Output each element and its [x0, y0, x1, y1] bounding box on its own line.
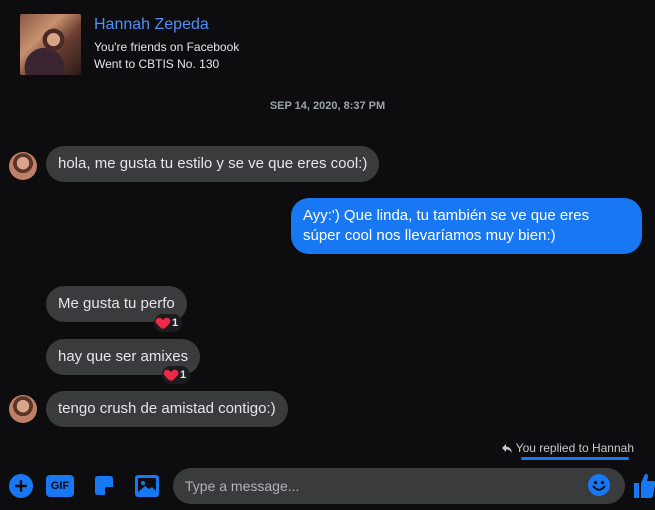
reply-arrow-icon: [501, 443, 512, 453]
reaction-badge[interactable]: 1: [162, 366, 191, 384]
message-bubble-incoming[interactable]: tengo crush de amistad contigo:): [46, 391, 288, 427]
heart-icon: [165, 370, 177, 381]
emoji-icon[interactable]: [588, 474, 610, 496]
reaction-count: 1: [180, 369, 187, 381]
heart-icon: [157, 318, 169, 329]
sticker-button[interactable]: [92, 474, 116, 498]
profile-photo[interactable]: [20, 14, 81, 75]
avatar[interactable]: [9, 395, 37, 423]
image-button[interactable]: [135, 474, 159, 498]
message-timestamp: SEP 14, 2020, 8:37 PM: [269, 100, 386, 112]
gif-label: GIF: [50, 480, 70, 492]
school-info: Went to CBTIS No. 130: [94, 57, 220, 71]
reaction-badge[interactable]: 1: [154, 314, 183, 332]
message-composer: GIF: [0, 464, 655, 510]
image-icon: [135, 475, 159, 497]
thumbs-up-icon[interactable]: [632, 470, 655, 500]
friends-info: You're friends on Facebook: [94, 40, 240, 54]
replied-text: You replied to Hannah: [515, 441, 634, 455]
replied-indicator-bar: [521, 457, 629, 460]
sticker-icon: [95, 476, 113, 495]
avatar[interactable]: [9, 152, 37, 180]
message-bubble-incoming[interactable]: hola, me gusta tu estilo y se ve que ere…: [46, 146, 380, 182]
plus-icon: [9, 474, 33, 498]
reaction-count: 1: [172, 317, 179, 329]
replied-notice: You replied to Hannah: [501, 441, 634, 455]
message-bubble-outgoing[interactable]: Ayy:') Que linda, tu también se ve que e…: [291, 198, 642, 254]
conversation-header: Hannah Zepeda You're friends on Facebook…: [0, 0, 655, 90]
message-input[interactable]: [173, 468, 625, 504]
contact-name[interactable]: Hannah Zepeda: [94, 16, 209, 34]
gif-button[interactable]: GIF: [46, 474, 74, 498]
more-actions-button[interactable]: [9, 474, 33, 498]
